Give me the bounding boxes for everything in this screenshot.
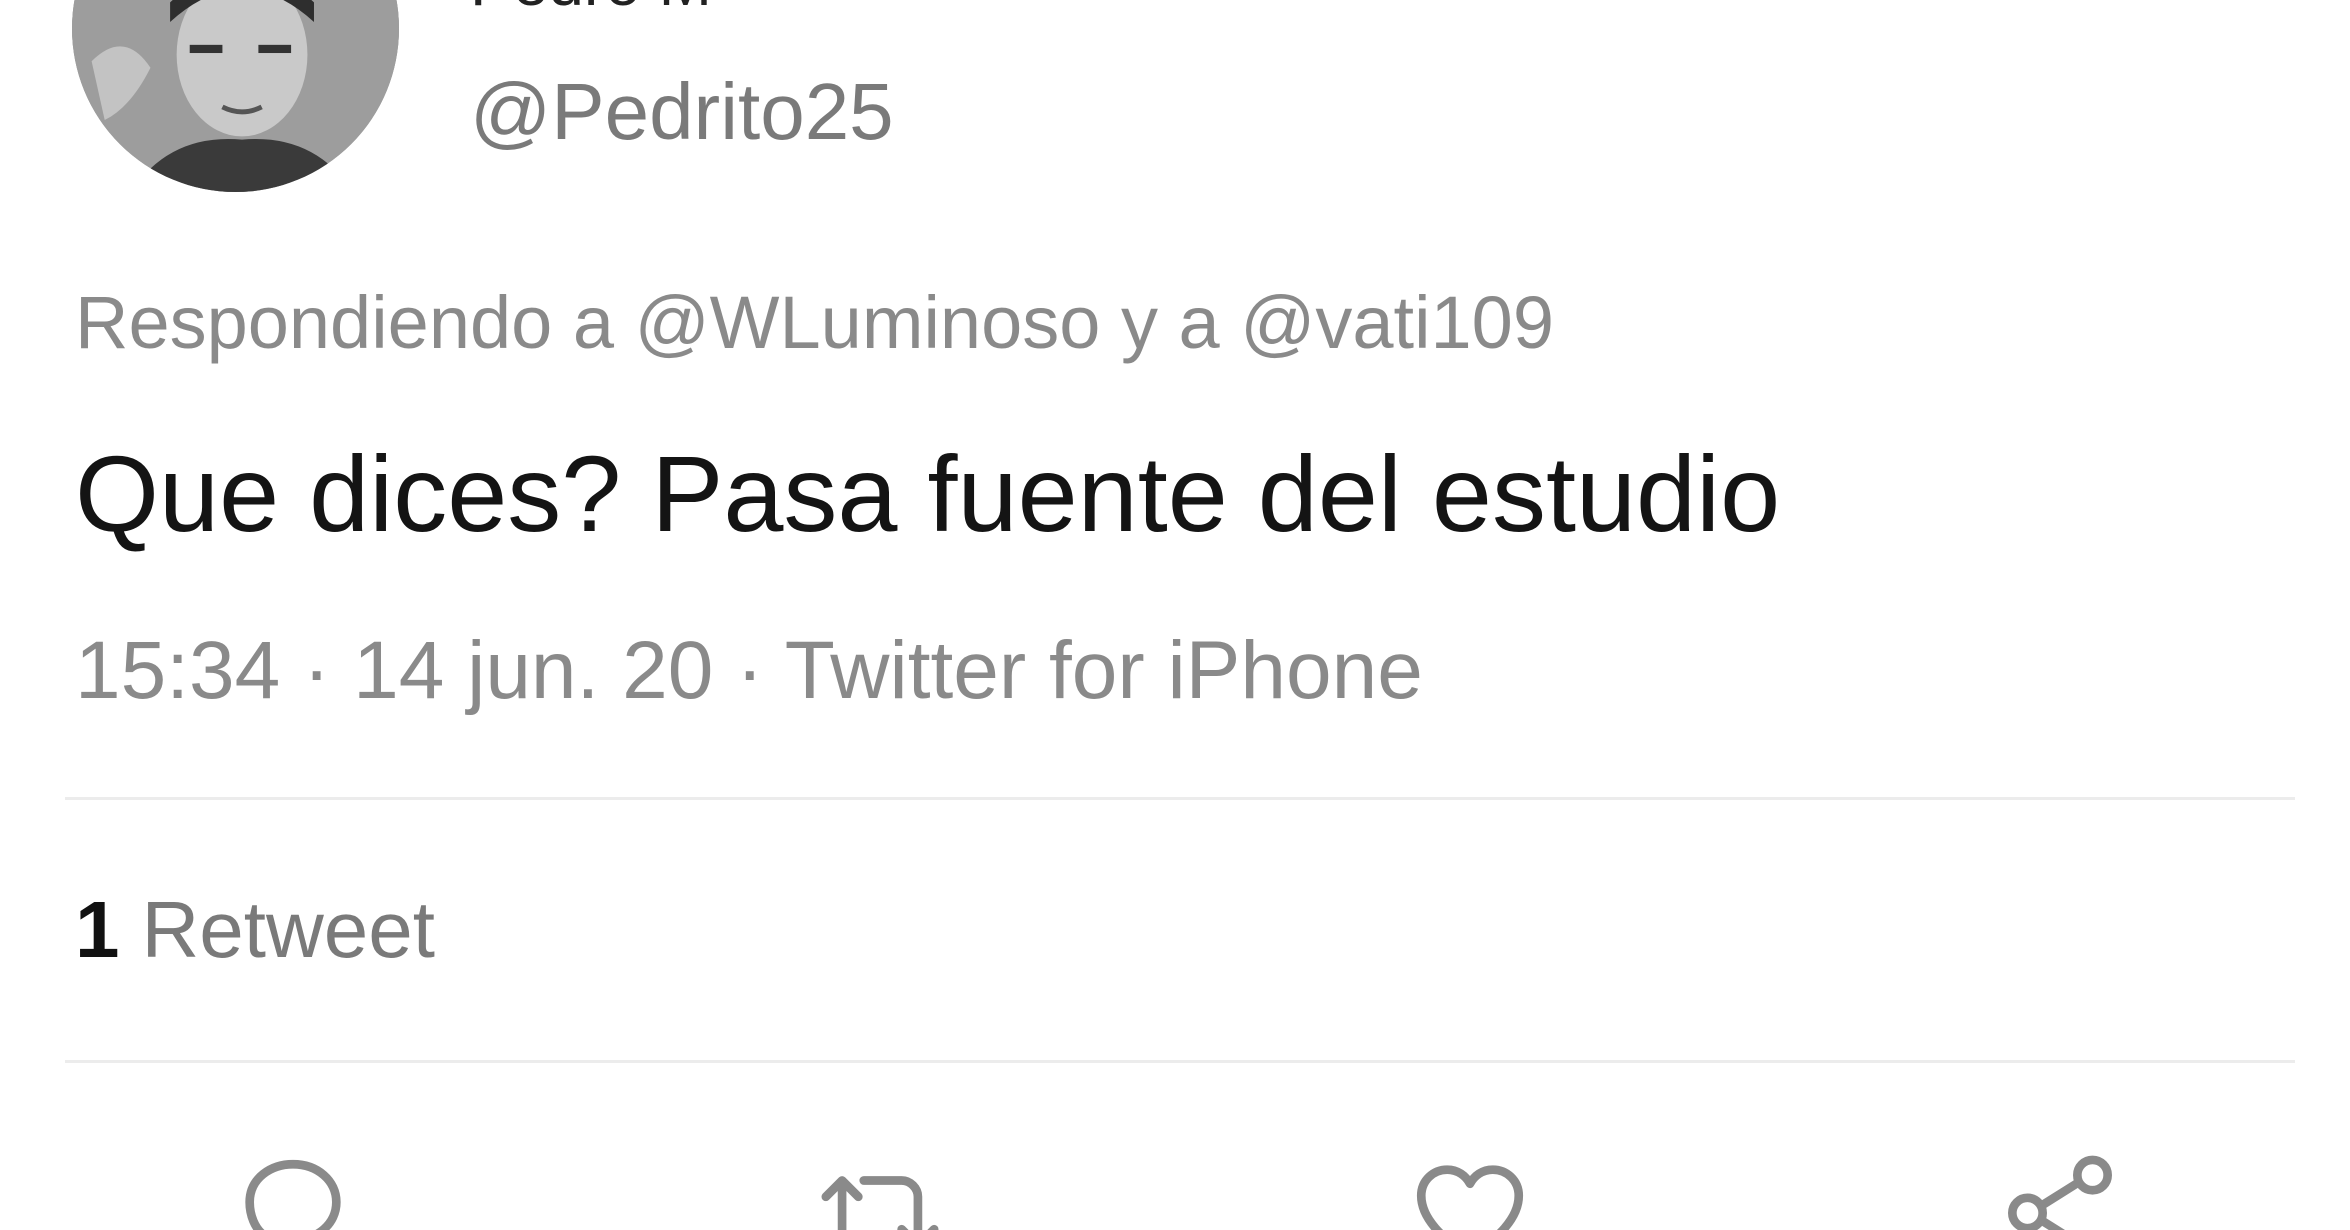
share-button[interactable] xyxy=(1995,1148,2125,1230)
tweet-text: Que dices? Pasa fuente del estudio xyxy=(75,433,1781,554)
share-icon xyxy=(2008,1155,2112,1230)
meta-separator: · xyxy=(303,625,331,716)
replying-to-line: Respondiendo a @WLuminoso y a @vati109 xyxy=(75,286,1554,360)
like-button[interactable] xyxy=(1405,1148,1535,1230)
tweet-detail: Pedro M @Pedrito25 Respondiendo a @WLumi… xyxy=(0,0,2350,1230)
replying-to-user-vati109[interactable]: @vati109 xyxy=(1240,281,1554,364)
retweet-stats[interactable]: 1 Retweet xyxy=(75,890,435,970)
heart-icon xyxy=(1416,1165,1524,1230)
tweet-time[interactable]: 15:34 xyxy=(75,625,280,716)
retweet-icon xyxy=(821,1176,939,1230)
meta-separator: · xyxy=(736,625,764,716)
replying-to-user-wluminoso[interactable]: @WLuminoso xyxy=(635,281,1101,364)
replying-to-connector: y a xyxy=(1120,281,1220,364)
retweet-count: 1 xyxy=(75,885,120,974)
retweet-button[interactable] xyxy=(815,1148,945,1230)
reply-button[interactable] xyxy=(228,1148,358,1230)
reply-icon xyxy=(245,1159,341,1230)
avatar-photo xyxy=(72,0,399,192)
replying-to-prefix: Respondiendo a xyxy=(75,281,614,364)
divider xyxy=(65,1060,2295,1063)
tweet-source[interactable]: Twitter for iPhone xyxy=(785,625,1423,716)
tweet-meta: 15:34 · 14 jun. 20 · Twitter for iPhone xyxy=(75,630,1423,712)
tweet-date[interactable]: 14 jun. 20 xyxy=(353,625,713,716)
avatar[interactable] xyxy=(72,0,399,192)
display-name[interactable]: Pedro M xyxy=(470,0,712,20)
user-handle[interactable]: @Pedrito25 xyxy=(470,72,894,152)
divider xyxy=(65,797,2295,800)
retweet-label: Retweet xyxy=(141,885,435,974)
